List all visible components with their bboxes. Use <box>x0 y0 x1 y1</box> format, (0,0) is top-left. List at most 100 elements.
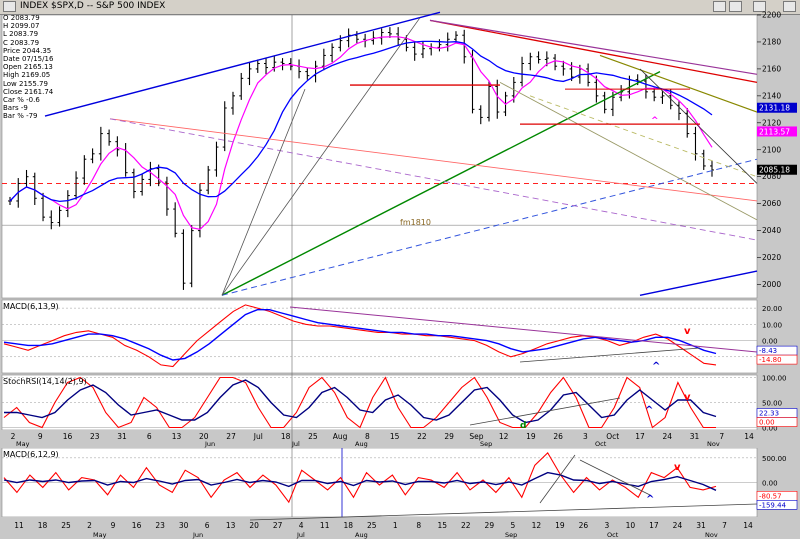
bottom-date-label: 2 <box>87 521 92 530</box>
bottom-date-label: 14 <box>743 521 753 530</box>
top-date-label: Oct <box>606 432 619 441</box>
macd2-red-v-mark: v <box>674 462 681 473</box>
readout-price: Price 2044.35 <box>3 46 52 55</box>
bottom-month-label: Sep <box>505 531 517 539</box>
top-date-label: 31 <box>117 432 127 441</box>
readout-high: High 2169.05 <box>3 71 51 80</box>
top-date-label: 26 <box>553 432 563 441</box>
top-month-label: Nov <box>707 440 720 448</box>
top-date-label: 9 <box>38 432 43 441</box>
price-tick-label: 2160 <box>762 64 781 73</box>
price-tick-label: 2180 <box>762 37 781 46</box>
fm1810-label: fm1810 <box>400 218 431 227</box>
top-date-label: 16 <box>63 432 73 441</box>
top-date-label: 24 <box>662 432 672 441</box>
top-date-label: 27 <box>226 432 236 441</box>
top-date-label: 25 <box>308 432 318 441</box>
price-tick-label: 2040 <box>762 226 781 235</box>
price-tick-label: 2060 <box>762 199 781 208</box>
bottom-date-label: 9 <box>111 521 116 530</box>
top-date-label: 19 <box>526 432 536 441</box>
bottom-date-label: 26 <box>579 521 589 530</box>
ohlc-l: L 2083.79 <box>3 30 39 39</box>
top-date-label: 3 <box>583 432 588 441</box>
bottom-date-label: 31 <box>696 521 706 530</box>
green-d-mark: d <box>520 421 526 431</box>
stochrsi-title: StochRSI(14,14(2),9) <box>3 377 87 386</box>
top-date-label: 15 <box>390 432 400 441</box>
bottom-date-label: 6 <box>205 521 210 530</box>
top-date-label: 23 <box>90 432 100 441</box>
bottom-date-label: 29 <box>485 521 495 530</box>
bottom-date-label: 10 <box>626 521 636 530</box>
stochrsi-value-text: 0.00 <box>759 419 775 427</box>
stoch-red-v-mark: v <box>684 392 691 403</box>
price-tick-label: 2100 <box>762 145 781 154</box>
top-date-label: 7 <box>719 432 724 441</box>
top-date-label: Jul <box>253 432 263 441</box>
top-date-label: 17 <box>635 432 645 441</box>
price-tick-label: 2120 <box>762 118 781 127</box>
top-date-label: 6 <box>147 432 152 441</box>
readout-close: Close 2161.74 <box>3 87 54 96</box>
bottom-date-label: 3 <box>605 521 610 530</box>
stoch-blue-caret-mark: ^ <box>645 405 653 416</box>
bottom-date-label: 18 <box>343 521 353 530</box>
top-date-label: 18 <box>281 432 291 441</box>
bottom-date-label: 25 <box>61 521 71 530</box>
macd1-blue-caret-mark: ^ <box>652 361 660 372</box>
bottom-date-label: 7 <box>722 521 727 530</box>
readout-bars: Bars -9 <box>3 104 28 113</box>
bottom-date-label: 16 <box>132 521 142 530</box>
bottom-date-label: 11 <box>320 521 330 530</box>
macd2-tick-label: 500.00 <box>762 455 787 463</box>
top-date-label: 13 <box>172 432 182 441</box>
macd2-value-text: -159.44 <box>759 501 787 509</box>
bottom-date-label: 25 <box>367 521 377 530</box>
stochrsi-value-text: 22.33 <box>759 410 779 418</box>
price-label-text: 2113.57 <box>759 127 790 136</box>
bottom-month-label: Nov <box>705 531 718 539</box>
top-month-label: Oct <box>595 440 607 448</box>
top-date-label: 14 <box>744 432 754 441</box>
macd1-tick-label: 20.00 <box>762 305 782 313</box>
top-month-label: Jun <box>204 440 215 448</box>
readout-low: Low 2155.79 <box>3 79 48 88</box>
price-label-text: 2131.18 <box>759 104 790 113</box>
top-month-label: Sep <box>480 440 492 448</box>
macd2-tick-label: 0.00 <box>762 480 778 488</box>
bottom-date-label: 17 <box>649 521 659 530</box>
macd1-tick-label: 0.00 <box>762 338 778 346</box>
top-date-label: 12 <box>499 432 509 441</box>
stochrsi-tick-label: 100.00 <box>762 375 787 383</box>
chart-canvas[interactable]: 2000202020402060208021002120214021602180… <box>0 0 800 539</box>
top-date-label: 29 <box>444 432 454 441</box>
macd2-value-text: -80.57 <box>759 492 782 500</box>
bottom-date-label: 27 <box>273 521 283 530</box>
readout-date: Date 07/15/16 <box>3 55 54 64</box>
macd2-title: MACD(6,12,9) <box>3 450 59 459</box>
price-tick-label: 2020 <box>762 253 781 262</box>
macd1-value-text: -14.80 <box>759 356 782 364</box>
readout-bar: Bar % -79 <box>3 112 38 121</box>
bottom-date-label: 13 <box>226 521 236 530</box>
bottom-month-label: Aug <box>355 531 368 539</box>
top-date-label: Aug <box>333 432 348 441</box>
bottom-date-label: 18 <box>38 521 48 530</box>
ohlc-h: H 2099.07 <box>3 22 40 31</box>
bottom-month-label: Oct <box>607 531 619 539</box>
bottom-date-label: 19 <box>555 521 565 530</box>
stochrsi-tick-label: 50.00 <box>762 400 782 408</box>
top-date-label: 31 <box>690 432 700 441</box>
bottom-date-label: 8 <box>416 521 421 530</box>
readout-open: Open 2165.13 <box>3 63 53 72</box>
bottom-date-label: 23 <box>155 521 165 530</box>
bottom-date-label: 22 <box>461 521 471 530</box>
bottom-date-label: 20 <box>249 521 259 530</box>
top-date-label: 22 <box>417 432 427 441</box>
price-tick-label: 2200 <box>762 11 781 20</box>
price-label-text: 2085.18 <box>759 166 790 175</box>
bottom-date-label: 30 <box>179 521 189 530</box>
macd1-red-v-mark: v <box>684 326 691 337</box>
top-date-label: 2 <box>11 432 16 441</box>
